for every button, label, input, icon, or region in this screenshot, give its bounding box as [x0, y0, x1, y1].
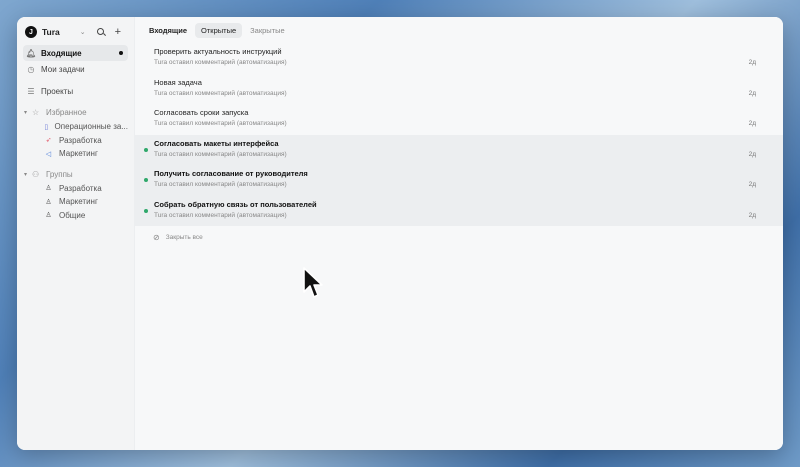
sidebar-item-label: Проекты	[41, 86, 74, 96]
favorite-item-development[interactable]: ➶ Разработка	[23, 134, 128, 148]
rocket-icon: ➶	[45, 137, 52, 145]
favorites-label: Избранное	[46, 108, 87, 117]
notification-subtitle: Tura оставил комментарий (автоматизация)	[154, 59, 287, 66]
sidebar: J Tura ⌄ + 🔔︎ Входящие ◷ Мои задачи ☰ Пр…	[17, 17, 135, 450]
app-window: J Tura ⌄ + 🔔︎ Входящие ◷ Мои задачи ☰ Пр…	[17, 17, 783, 450]
megaphone-icon: ◁	[45, 150, 52, 158]
favorites-header[interactable]: ▾ ☆ Избранное	[23, 105, 128, 120]
favorite-item-operations[interactable]: ▯ Операционные за...	[23, 120, 128, 134]
notification-time: 2д	[748, 59, 756, 66]
notification-time: 2д	[748, 150, 756, 158]
unread-dot	[144, 178, 148, 182]
tab-inbox[interactable]: Входящие	[143, 23, 193, 38]
notification-row[interactable]: Собрать обратную связь от пользователей …	[135, 195, 783, 226]
notification-subtitle: Tura оставил комментарий (автоматизация)	[154, 211, 287, 219]
groups-label: Группы	[46, 169, 73, 179]
notification-row[interactable]: Согласовать сроки запуска Tura оставил к…	[135, 104, 783, 135]
user-icon: ♙	[45, 185, 52, 193]
plus-icon[interactable]: +	[115, 27, 121, 38]
tab-open[interactable]: Открытые	[195, 22, 243, 38]
notification-title: Согласовать макеты интерфейса	[154, 138, 279, 148]
notification-time: 2д	[748, 120, 756, 127]
group-item-general[interactable]: ♙ Общие	[23, 209, 128, 223]
workspace-name: Tura	[42, 27, 60, 37]
notification-row[interactable]: Получить согласование от руководителя Tu…	[135, 165, 783, 196]
notification-title: Собрать обратную связь от пользователей	[154, 199, 317, 209]
notification-subtitle: Tura оставил комментарий (автоматизация)	[154, 89, 287, 97]
unread-indicator	[119, 51, 123, 55]
notification-row[interactable]: Проверить актуальность инструкций Tura о…	[135, 43, 783, 74]
groups-header[interactable]: ▾ ⚇ Группы	[23, 167, 128, 182]
sidebar-item-my-tasks[interactable]: ◷ Мои задачи	[23, 61, 128, 77]
group-item-label: Разработка	[59, 183, 102, 193]
sidebar-item-label: Входящие	[41, 48, 82, 58]
user-icon: ♙	[45, 198, 52, 206]
group-item-development[interactable]: ♙ Разработка	[23, 182, 128, 196]
notification-title: Согласовать сроки запуска	[154, 108, 249, 117]
bell-icon: 🔔︎	[26, 48, 37, 58]
inbox-panel: Входящие Открытые Закрытые Проверить акт…	[135, 17, 783, 450]
inbox-tabs: Входящие Открытые Закрытые	[135, 17, 783, 43]
favorite-item-label: Операционные за...	[54, 122, 128, 132]
notification-time: 2д	[748, 89, 756, 97]
close-all-button[interactable]: ⊘ Закрыть все	[153, 233, 203, 242]
workspace-logo: J	[25, 26, 37, 38]
sidebar-item-projects[interactable]: ☰ Проекты	[23, 83, 128, 99]
chevron-down-icon: ▾	[24, 110, 28, 116]
unread-dot	[144, 208, 148, 213]
list-icon: ☰	[27, 86, 35, 96]
sidebar-item-label: Мои задачи	[41, 64, 85, 74]
users-icon: ⚇	[32, 169, 40, 179]
notification-subtitle: Tura оставил комментарий (автоматизация)	[154, 181, 287, 188]
tab-closed[interactable]: Закрытые	[244, 23, 291, 38]
workspace-switcher[interactable]: J Tura ⌄ +	[23, 22, 128, 42]
group-item-label: Маркетинг	[59, 197, 98, 207]
clock-icon: ◷	[27, 64, 35, 74]
bookmark-icon: ▯	[44, 123, 49, 131]
notification-row[interactable]: Новая задача Tura оставил комментарий (а…	[135, 74, 783, 105]
mouse-pointer-icon	[303, 267, 323, 298]
chevron-down-icon: ▾	[24, 171, 28, 178]
user-icon: ♙	[45, 212, 52, 220]
sidebar-item-inbox[interactable]: 🔔︎ Входящие	[23, 45, 128, 61]
notification-title: Новая задача	[154, 77, 202, 87]
notification-title: Проверить актуальность инструкций	[154, 47, 282, 56]
eye-off-icon: ⊘	[153, 233, 160, 242]
group-item-marketing[interactable]: ♙ Маркетинг	[23, 195, 128, 209]
search-icon[interactable]	[96, 27, 106, 37]
notification-subtitle: Tura оставил комментарий (автоматизация)	[154, 150, 287, 158]
notification-subtitle: Tura оставил комментарий (автоматизация)	[154, 120, 287, 127]
favorite-item-label: Маркетинг	[59, 149, 98, 159]
star-icon: ☆	[32, 108, 40, 117]
notification-title: Получить согласование от руководителя	[154, 169, 308, 178]
unread-dot	[144, 147, 148, 152]
notification-time: 2д	[748, 211, 756, 219]
notification-row[interactable]: Согласовать макеты интерфейса Tura остав…	[135, 134, 783, 165]
group-item-label: Общие	[59, 210, 86, 220]
chevron-down-icon[interactable]: ⌄	[80, 28, 86, 36]
favorite-item-label: Разработка	[59, 135, 102, 145]
notification-list: Проверить актуальность инструкций Tura о…	[135, 43, 783, 226]
favorite-item-marketing[interactable]: ◁ Маркетинг	[23, 147, 128, 161]
close-all-label: Закрыть все	[165, 234, 203, 241]
notification-time: 2д	[748, 181, 756, 188]
